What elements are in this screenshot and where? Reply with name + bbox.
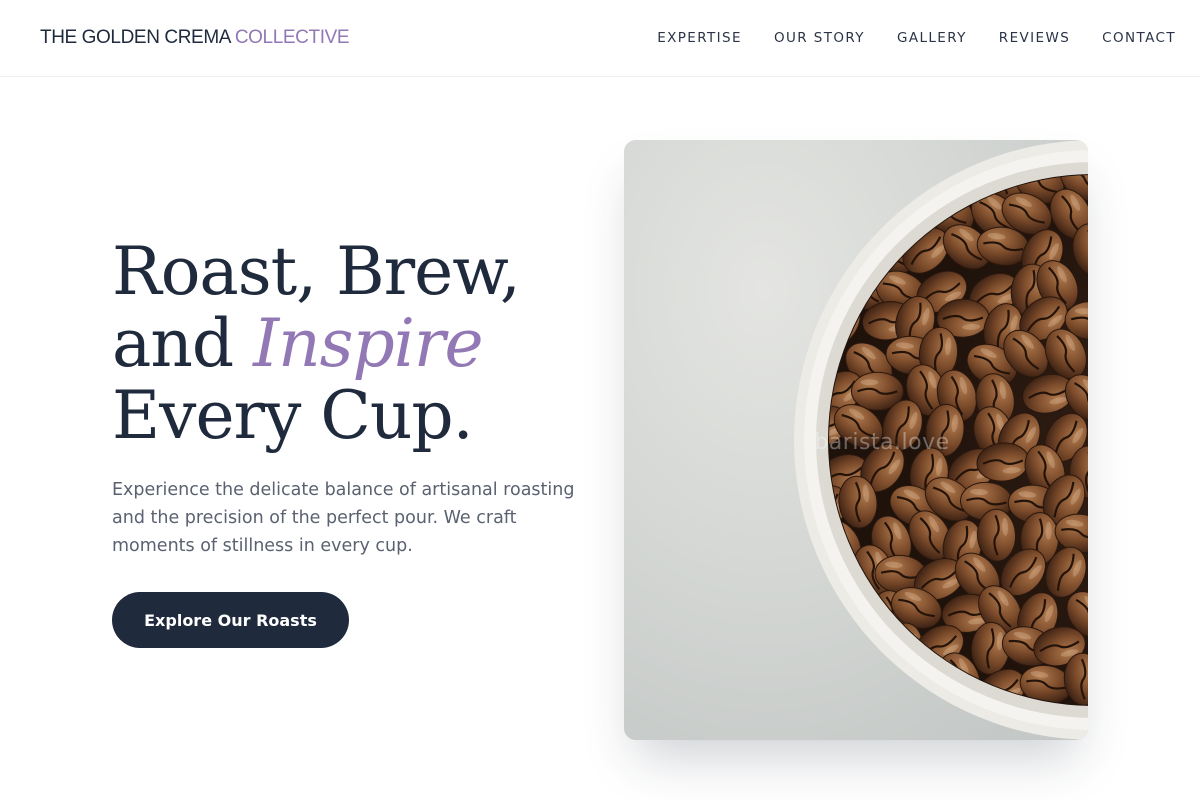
main-nav: EXPERTISE OUR STORY GALLERY REVIEWS CONT…	[641, 24, 1176, 52]
nav-link-our-story[interactable]: OUR STORY	[758, 24, 881, 52]
coffee-beans-image: barista.love	[624, 140, 1088, 740]
explore-roasts-button[interactable]: Explore Our Roasts	[112, 592, 349, 648]
hero-title-accent: Inspire	[253, 305, 483, 382]
brand-name-accent: COLLECTIVE	[234, 27, 350, 48]
hero-title-line-2: and Inspire	[112, 308, 582, 380]
nav-link-expertise[interactable]: EXPERTISE	[641, 24, 758, 52]
nav-link-gallery[interactable]: GALLERY	[881, 24, 983, 52]
site-header: THE GOLDEN CREMA COLLECTIVE EXPERTISE OU…	[0, 0, 1200, 77]
hero-title-line-1: Roast, Brew,	[112, 233, 521, 310]
hero-section: Roast, Brew, and Inspire Every Cup. Expe…	[112, 236, 582, 648]
hero-title: Roast, Brew, and Inspire Every Cup.	[112, 236, 582, 452]
nav-link-contact[interactable]: CONTACT	[1086, 24, 1176, 52]
image-watermark: barista.love	[814, 430, 950, 455]
nav-link-reviews[interactable]: REVIEWS	[983, 24, 1086, 52]
brand-name: THE GOLDEN CREMA	[40, 27, 230, 48]
hero-title-line-3: Every Cup.	[112, 377, 474, 454]
hero-title-prefix: and	[112, 305, 234, 382]
hero-description: Experience the delicate balance of artis…	[112, 480, 575, 556]
brand-logo[interactable]: THE GOLDEN CREMA COLLECTIVE	[40, 27, 350, 49]
